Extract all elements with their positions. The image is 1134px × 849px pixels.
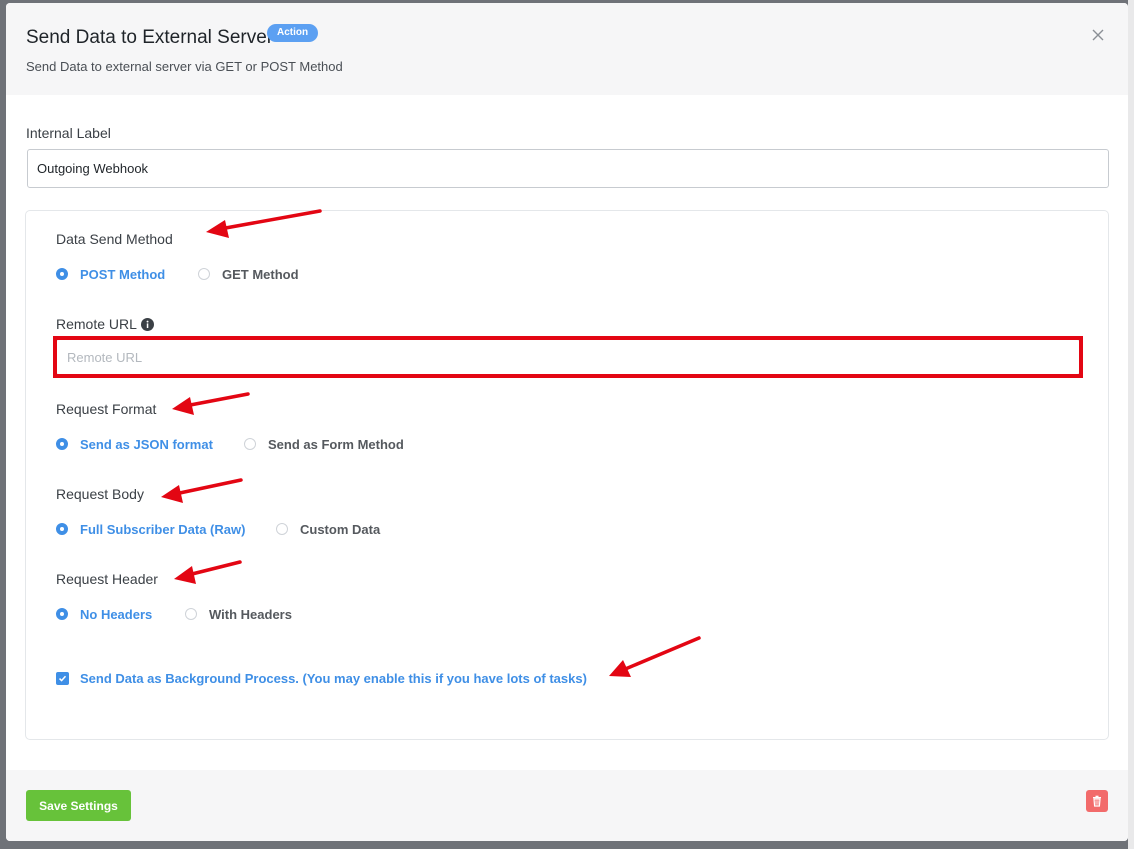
modal-footer: Save Settings [6, 770, 1128, 841]
radio-label: No Headers [80, 606, 153, 622]
radio-indicator [56, 268, 68, 280]
radio-indicator [244, 438, 256, 450]
checkmark-icon [58, 675, 67, 682]
radio-label: GET Method [222, 266, 299, 282]
request-header-label: Request Header [56, 571, 158, 587]
page-backdrop [1128, 0, 1134, 849]
request-body-label: Request Body [56, 486, 144, 502]
close-icon [1092, 29, 1104, 41]
save-settings-button[interactable]: Save Settings [26, 790, 131, 821]
checkbox-indicator [56, 671, 69, 685]
request-format-label: Request Format [56, 401, 157, 417]
settings-card [25, 210, 1109, 740]
radio-full-subscriber-data[interactable]: Full Subscriber Data (Raw) [56, 520, 245, 538]
remote-url-label-text: Remote URL [56, 316, 137, 332]
modal-header: Send Data to External Server Action Send… [6, 3, 1128, 95]
radio-send-form[interactable]: Send as Form Method [244, 435, 404, 453]
delete-button[interactable] [1086, 790, 1108, 812]
send-data-modal: Send Data to External Server Action Send… [6, 3, 1128, 841]
radio-label: With Headers [209, 606, 292, 622]
radio-label: Custom Data [300, 521, 381, 537]
radio-indicator [56, 608, 68, 620]
radio-label: Full Subscriber Data (Raw) [80, 521, 246, 537]
remote-url-input[interactable] [56, 339, 1080, 375]
radio-indicator [185, 608, 197, 620]
radio-indicator [198, 268, 210, 280]
radio-label: Send as Form Method [268, 436, 404, 452]
background-process-checkbox[interactable]: Send Data as Background Process. (You ma… [56, 669, 587, 687]
radio-get-method[interactable]: GET Method [198, 265, 299, 283]
modal-subtitle: Send Data to external server via GET or … [26, 59, 343, 74]
radio-indicator [56, 523, 68, 535]
radio-indicator [56, 438, 68, 450]
radio-label: Send as JSON format [80, 436, 213, 452]
internal-label-heading: Internal Label [26, 125, 111, 141]
internal-label-input[interactable] [27, 149, 1109, 188]
modal-title: Send Data to External Server [26, 27, 274, 48]
radio-with-headers[interactable]: With Headers [185, 605, 292, 623]
close-button[interactable] [1088, 25, 1108, 45]
radio-send-json[interactable]: Send as JSON format [56, 435, 213, 453]
data-send-method-label: Data Send Method [56, 231, 173, 247]
radio-post-method[interactable]: POST Method [56, 265, 165, 283]
radio-no-headers[interactable]: No Headers [56, 605, 152, 623]
trash-icon [1093, 795, 1101, 807]
checkbox-label: Send Data as Background Process. (You ma… [80, 670, 587, 686]
radio-custom-data[interactable]: Custom Data [276, 520, 380, 538]
info-icon[interactable] [140, 318, 154, 331]
radio-indicator [276, 523, 288, 535]
remote-url-label: Remote URL [56, 316, 154, 332]
action-badge: Action [267, 24, 319, 42]
radio-label: POST Method [80, 266, 166, 282]
